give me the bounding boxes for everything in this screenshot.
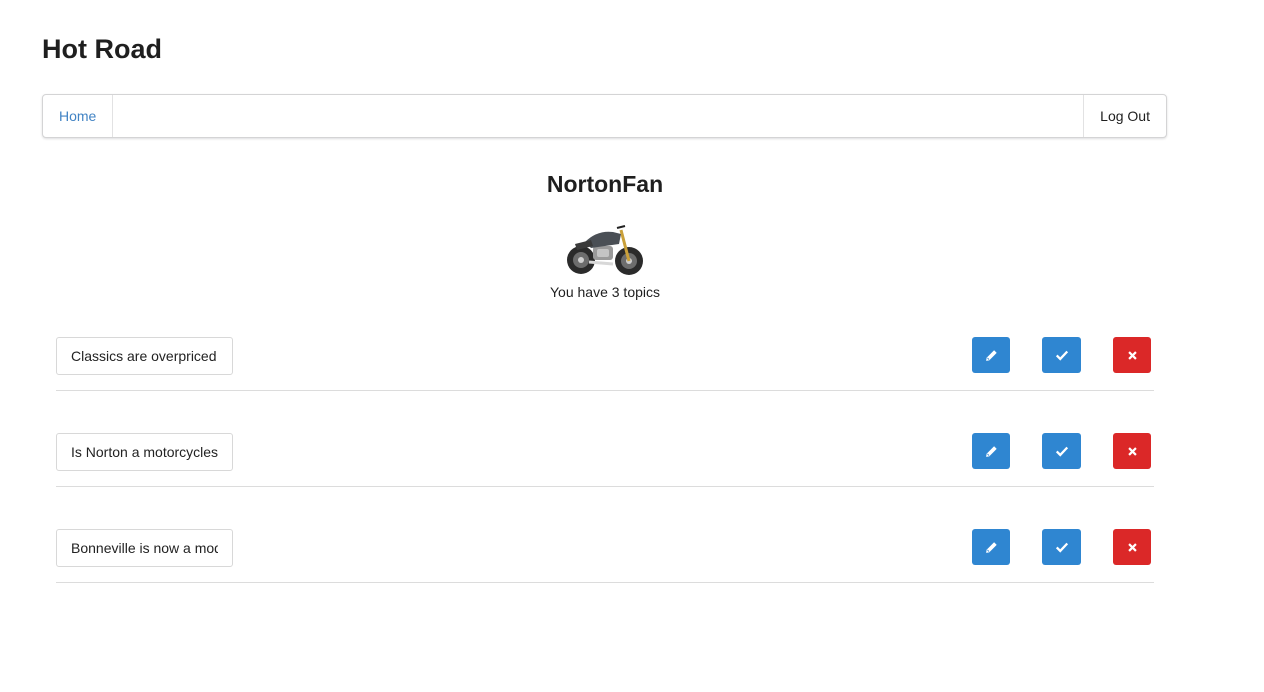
motorcycle-icon xyxy=(567,225,643,275)
mark-topic-done-button[interactable] xyxy=(1042,337,1081,373)
logout-link[interactable]: Log Out xyxy=(1083,95,1166,137)
topic-row xyxy=(56,337,1154,391)
delete-topic-button[interactable] xyxy=(1113,433,1151,469)
topic-count: You have 3 topics xyxy=(549,284,660,300)
pencil-icon xyxy=(985,445,997,457)
x-icon xyxy=(1127,446,1137,456)
delete-topic-button[interactable] xyxy=(1113,529,1151,565)
topic-row xyxy=(56,529,1154,583)
check-icon xyxy=(1055,446,1068,457)
edit-topic-button[interactable] xyxy=(972,529,1010,565)
pencil-icon xyxy=(985,349,997,361)
topic-title-input[interactable] xyxy=(56,529,233,567)
profile-section: NortonFan You have 3 topics xyxy=(0,168,1210,300)
edit-topic-button[interactable] xyxy=(972,337,1010,373)
mark-topic-done-button[interactable] xyxy=(1042,433,1081,469)
username: NortonFan xyxy=(546,171,664,197)
pencil-icon xyxy=(985,541,997,553)
check-icon xyxy=(1055,350,1068,361)
mark-topic-done-button[interactable] xyxy=(1042,529,1081,565)
x-icon xyxy=(1127,350,1137,360)
edit-topic-button[interactable] xyxy=(972,433,1010,469)
topic-title-input[interactable] xyxy=(56,433,233,471)
x-icon xyxy=(1127,542,1137,552)
delete-topic-button[interactable] xyxy=(1113,337,1151,373)
topic-title-input[interactable] xyxy=(56,337,233,375)
check-icon xyxy=(1055,542,1068,553)
topic-row xyxy=(56,433,1154,487)
nav-home-link[interactable]: Home xyxy=(43,95,114,137)
navbar: Home Log Out xyxy=(42,94,1167,138)
app-title: Hot Road xyxy=(42,34,162,64)
page: Hot Road Home Log Out NortonFan You have… xyxy=(0,0,1264,692)
